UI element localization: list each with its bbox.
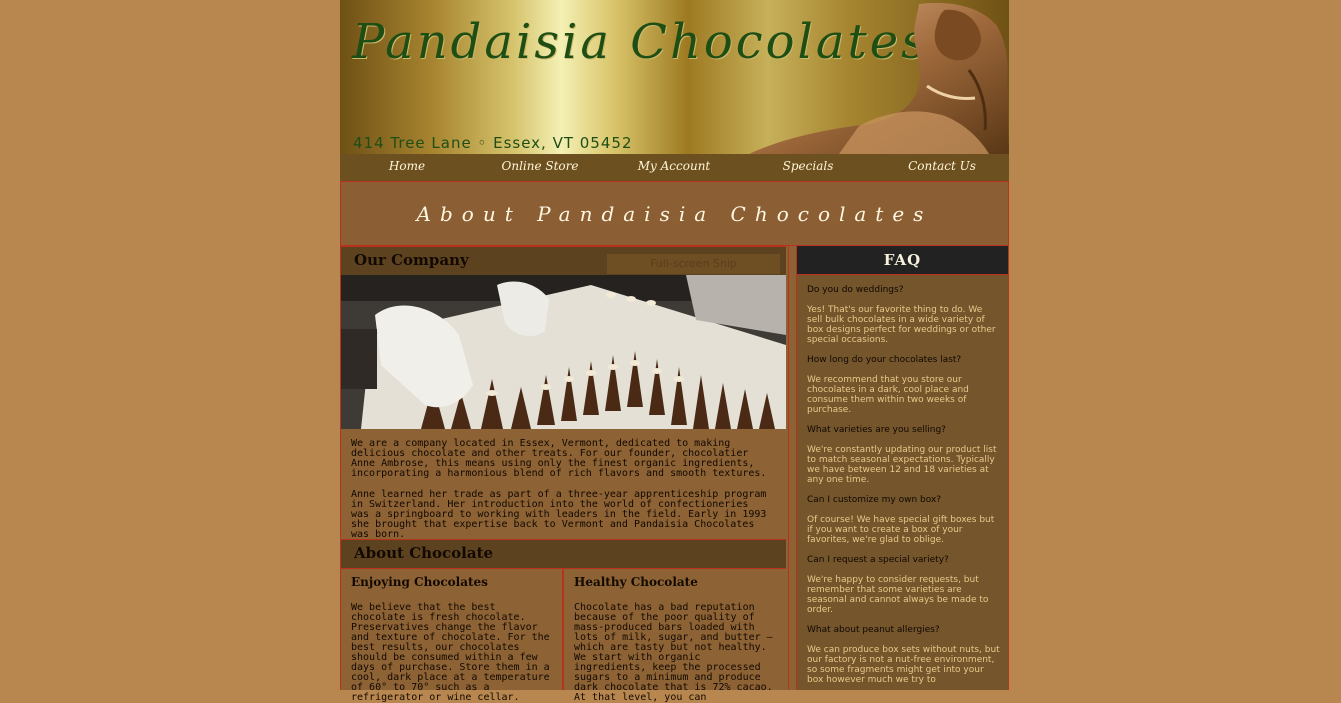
faq-answer: Yes! That's our favorite thing to do. We… [807, 305, 996, 345]
faq-question: Can I customize my own box? [807, 495, 942, 505]
chocolate-making-photo [341, 275, 786, 429]
enjoying-chocolates-column: Enjoying Chocolates We believe that the … [341, 569, 564, 703]
faq-question: What about peanut allergies? [807, 625, 940, 635]
faq-question: Can I request a special variety? [807, 555, 949, 565]
nav-online-store[interactable]: Online Store [480, 159, 600, 173]
about-chocolate-heading: About Chocolate [354, 544, 494, 562]
about-chocolate-columns: Enjoying Chocolates We believe that the … [341, 569, 786, 703]
nav-my-account[interactable]: My Account [614, 159, 734, 173]
company-paragraph-1: We are a company located in Essex, Vermo… [351, 438, 767, 479]
store-address: 414 Tree Lane ◦ Essex, VT 05452 [353, 134, 633, 152]
faq-sidebar: FAQ Do you do weddings? Yes! That's our … [796, 246, 1009, 690]
enjoying-chocolates-text: We believe that the best chocolate is fr… [351, 602, 550, 703]
page-banner: About Pandaisia Chocolates [340, 181, 1009, 246]
nav-contact-us[interactable]: Contact Us [882, 159, 1002, 173]
our-company-heading-bar: Our Company Full-screen Snip [341, 246, 786, 276]
faq-question: How long do your chocolates last? [807, 355, 962, 365]
page-title: About Pandaisia Chocolates [416, 202, 933, 226]
faq-question: Do you do weddings? [807, 285, 904, 295]
faq-answer: We recommend that you store our chocolat… [807, 375, 969, 415]
faq-answer: We can produce box sets without nuts, bu… [807, 645, 1000, 685]
nav-home[interactable]: Home [347, 159, 467, 173]
healthy-chocolate-text: Chocolate has a bad reputation because o… [574, 602, 773, 703]
faq-heading-bar: FAQ [797, 246, 1008, 275]
statue-image [749, 2, 1009, 154]
faq-question: What varieties are you selling? [807, 425, 946, 435]
healthy-chocolate-column: Healthy Chocolate Chocolate has a bad re… [564, 569, 786, 703]
snip-overlay: Full-screen Snip [607, 254, 780, 274]
about-chocolate-heading-bar: About Chocolate [341, 539, 786, 569]
main-nav: Home Online Store My Account Specials Co… [340, 154, 1009, 181]
company-paragraph-2: Anne learned her trade as part of a thre… [351, 489, 767, 540]
healthy-chocolate-title: Healthy Chocolate [574, 575, 698, 589]
faq-heading: FAQ [883, 251, 922, 269]
enjoying-chocolates-title: Enjoying Chocolates [351, 575, 488, 589]
page: Pandaisia Chocolates 414 Tree Lane ◦ Ess… [340, 0, 1009, 703]
main-content: Our Company Full-screen Snip We are a co… [340, 246, 789, 703]
site-header: Pandaisia Chocolates 414 Tree Lane ◦ Ess… [340, 0, 1009, 154]
nav-specials[interactable]: Specials [748, 159, 868, 173]
faq-list: Do you do weddings? Yes! That's our favo… [807, 285, 1000, 695]
faq-answer: Of course! We have special gift boxes bu… [807, 515, 995, 545]
our-company-heading: Our Company [354, 251, 469, 269]
faq-answer: We're constantly updating our product li… [807, 445, 997, 485]
faq-answer: We're happy to consider requests, but re… [807, 575, 989, 615]
